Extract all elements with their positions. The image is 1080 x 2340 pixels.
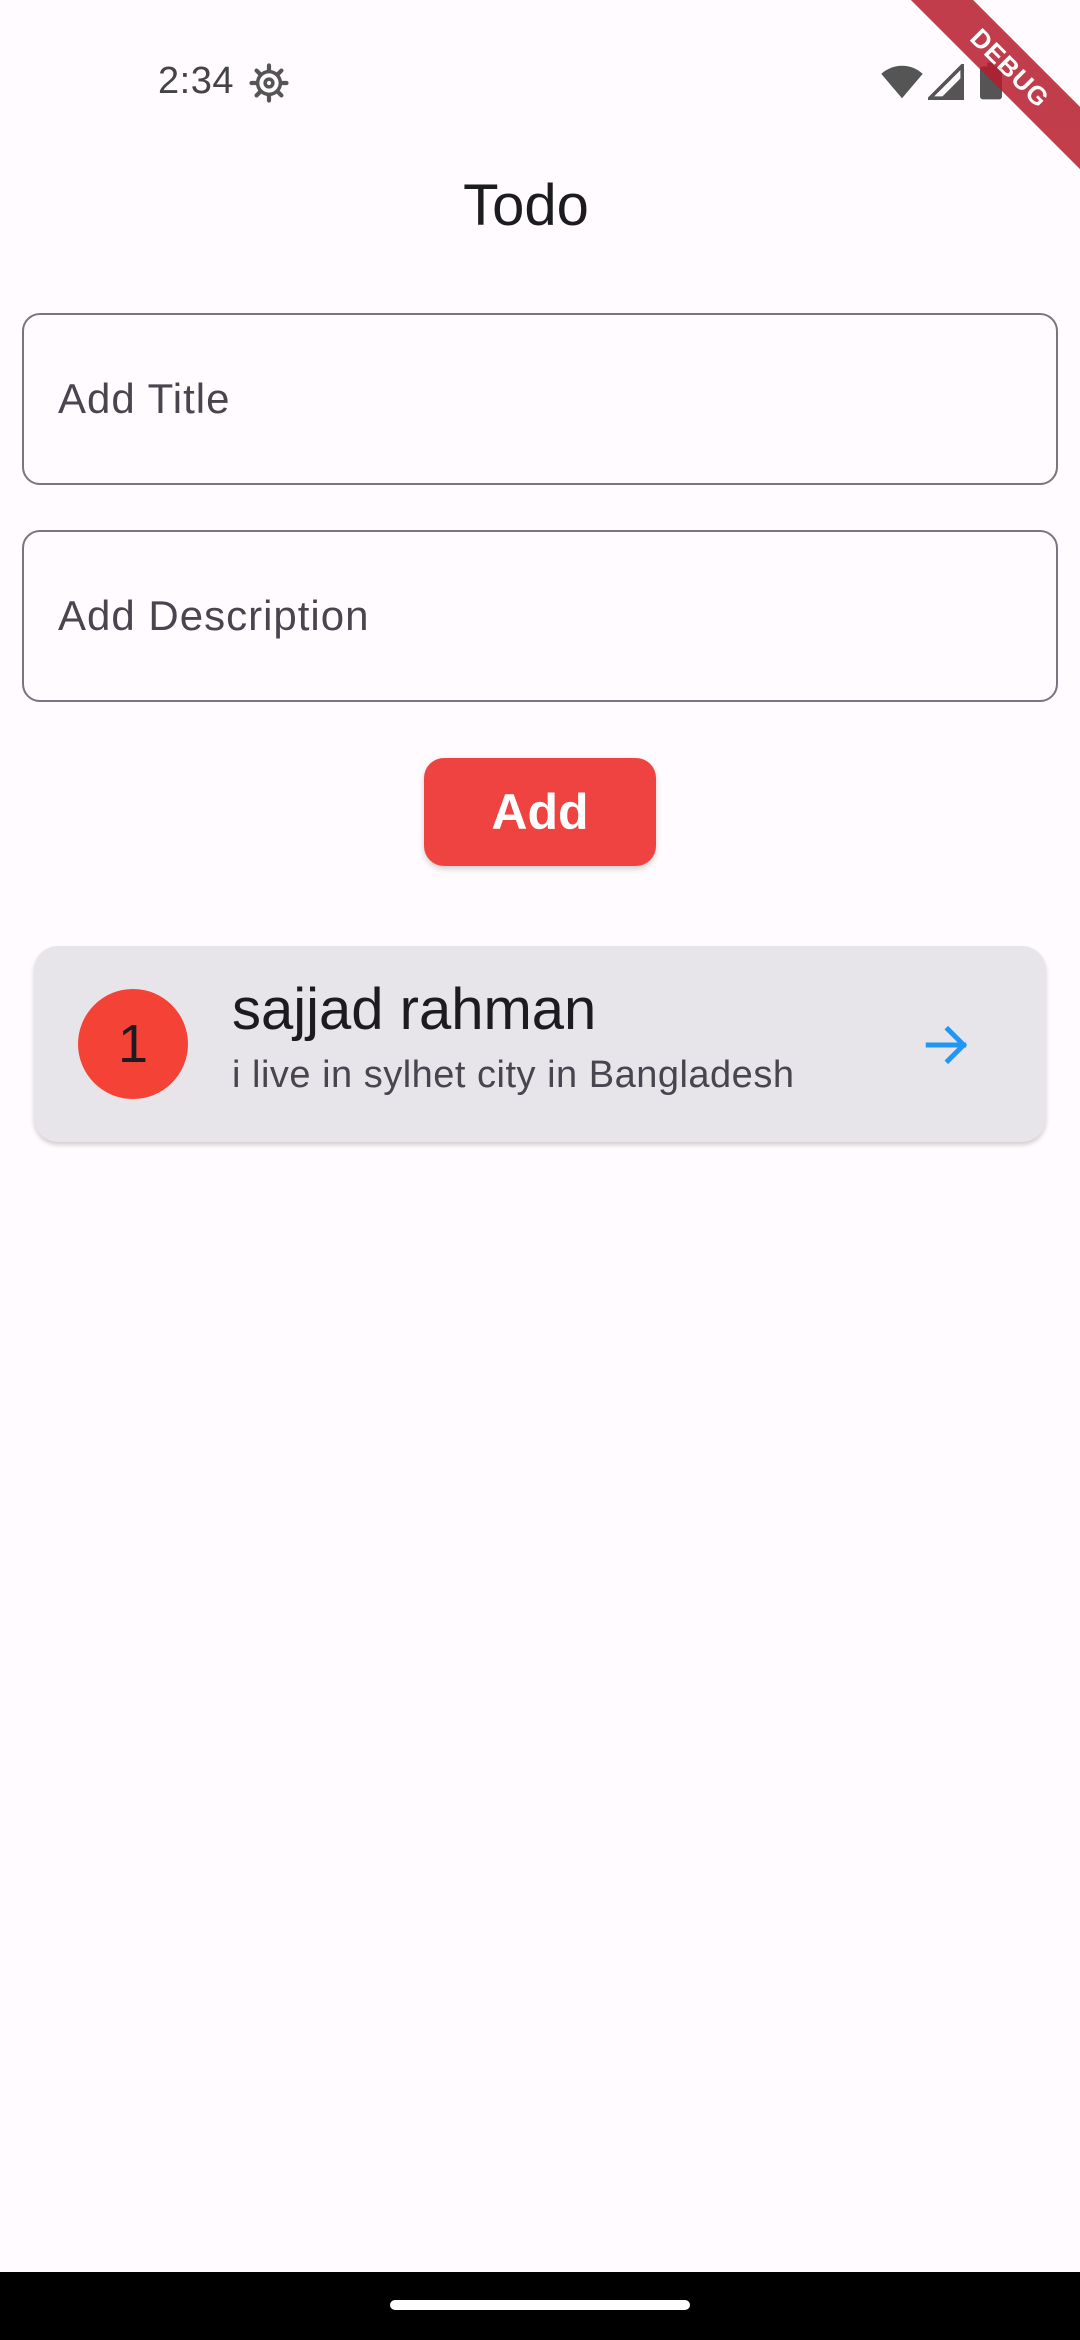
page-title: Todo (463, 173, 589, 238)
title-input-placeholder: Add Title (58, 375, 231, 422)
todo-index: 1 (117, 1014, 149, 1074)
arrow-forward-icon[interactable] (920, 1020, 974, 1070)
description-input[interactable]: Add Description (22, 530, 1058, 702)
todo-list-item[interactable]: 1 sajjad rahman i live in sylhet city in… (34, 946, 1046, 1142)
add-button-label: Add (491, 784, 589, 840)
description-input-placeholder: Add Description (58, 592, 370, 639)
todo-description: i live in sylhet city in Bangladesh (232, 1054, 795, 1096)
debug-banner: DEBUG (880, 0, 1080, 200)
todo-index-avatar: 1 (78, 989, 188, 1099)
settings-gear-icon (248, 62, 290, 104)
add-button[interactable]: Add (424, 758, 656, 866)
todo-title: sajjad rahman (232, 977, 597, 1042)
debug-banner-label: DEBUG (888, 0, 1080, 190)
home-indicator[interactable] (390, 2300, 690, 2310)
title-input[interactable]: Add Title (22, 313, 1058, 485)
status-time: 2:34 (158, 60, 234, 102)
